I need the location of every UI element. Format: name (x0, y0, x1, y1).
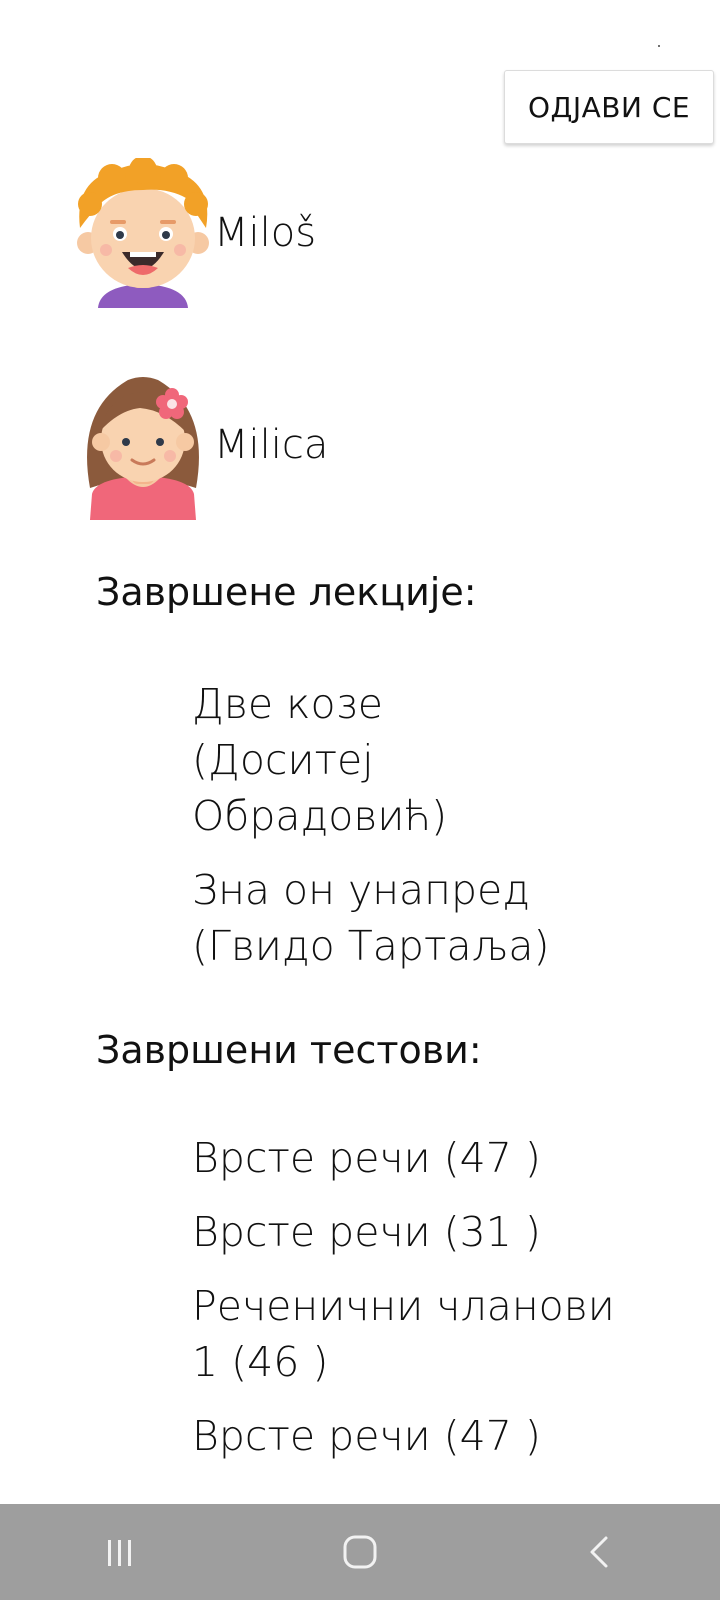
recents-button[interactable] (90, 1522, 150, 1582)
list-item[interactable]: Врсте речи (31 ) (192, 1204, 662, 1260)
list-item[interactable]: Врсте речи (47 ) (192, 1130, 662, 1186)
back-icon (590, 1536, 608, 1568)
child-row-milos[interactable]: Miloš (68, 158, 316, 308)
child-name: Milica (214, 422, 329, 468)
home-icon (343, 1535, 377, 1569)
completed-lessons-title: Завршене лекције: (96, 570, 477, 614)
list-item[interactable]: Врсте речи (47 ) (192, 1408, 662, 1464)
child-name: Miloš (214, 210, 317, 256)
completed-lessons-list: Две козе (Доситеј Обрадовић) Зна он унап… (192, 676, 662, 992)
logout-button[interactable]: ОДЈАВИ СЕ (504, 70, 714, 144)
list-item[interactable]: Зна он унапред (Гвидо Тартаља) (192, 862, 662, 974)
completed-tests-title: Завршени тестови: (96, 1028, 482, 1072)
list-item[interactable]: Две козе (Доситеј Обрадовић) (192, 676, 662, 844)
child-row-milica[interactable]: Milica (68, 370, 328, 520)
list-item[interactable]: Реченични чланови 1 (46 ) (192, 1278, 662, 1390)
system-nav-bar (0, 1504, 720, 1600)
back-button[interactable] (570, 1522, 630, 1582)
home-button[interactable] (330, 1522, 390, 1582)
completed-tests-list: Врсте речи (47 ) Врсте речи (31 ) Речени… (192, 1130, 662, 1482)
boy-avatar-icon (77, 158, 209, 308)
status-indicator (658, 45, 660, 47)
girl-avatar-icon (87, 377, 199, 520)
recents-icon (108, 1540, 131, 1566)
